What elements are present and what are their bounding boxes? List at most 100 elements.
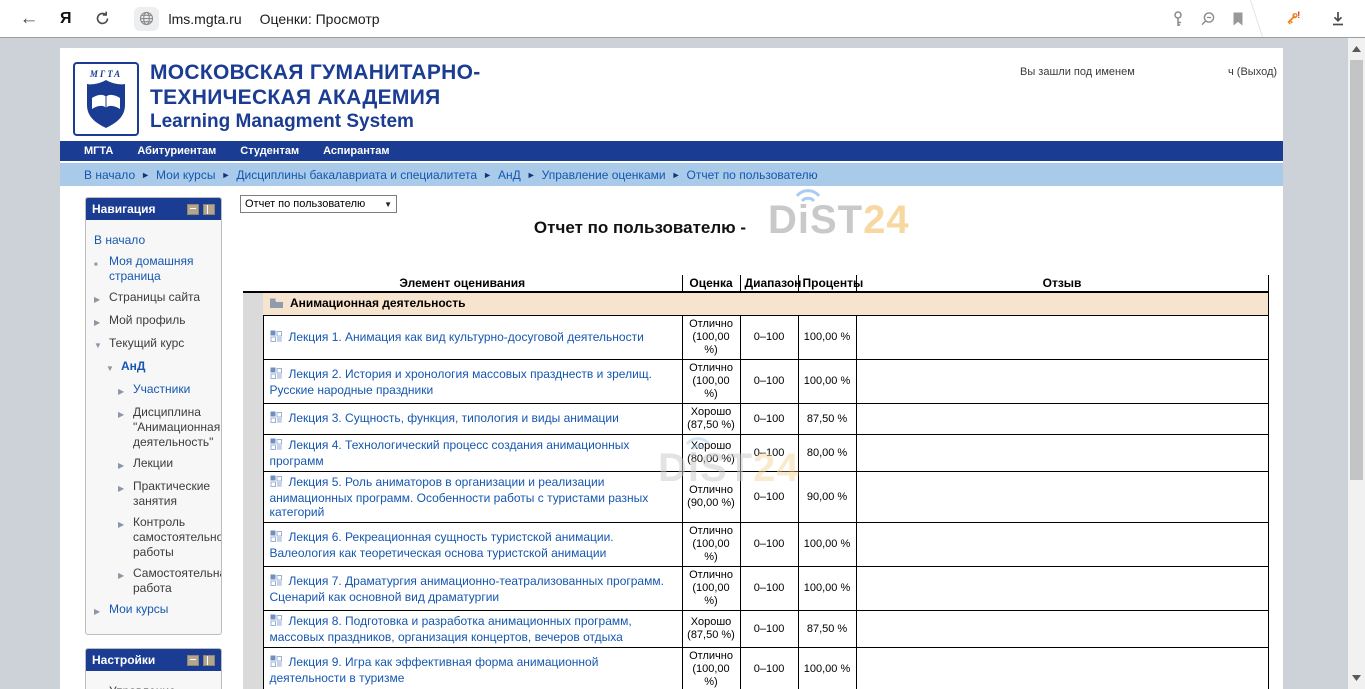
report-type-value: Отчет по пользователю bbox=[245, 198, 384, 210]
site-title-line2: ТЕХНИЧЕСКАЯ АКАДЕМИЯ bbox=[150, 85, 481, 110]
collapsed-arrow-icon[interactable] bbox=[118, 456, 130, 473]
table-header-row: Элемент оценивания Оценка Диапазон Проце… bbox=[243, 275, 1268, 292]
collapsed-arrow-icon[interactable] bbox=[94, 313, 106, 330]
expanded-arrow-icon[interactable] bbox=[94, 684, 106, 689]
quiz-icon bbox=[270, 475, 283, 491]
top-navigation: МГТА Абитуриентам Студентам Аспирантам bbox=[60, 141, 1283, 161]
grade-item-link[interactable]: Лекция 7. Драматургия анимационно-театра… bbox=[270, 574, 664, 604]
bookmark-icon[interactable] bbox=[1229, 10, 1247, 28]
grade-row: Лекция 8. Подготовка и разработка анимац… bbox=[243, 611, 1268, 648]
topnav-item-4[interactable]: Аспирантам bbox=[323, 145, 389, 157]
topnav-item-2[interactable]: Абитуриентам bbox=[137, 145, 216, 157]
report-type-select[interactable]: Отчет по пользователю ▼ bbox=[240, 195, 397, 213]
breadcrumb-link[interactable]: Отчет по пользователю bbox=[687, 168, 818, 182]
sidebar-item-label[interactable]: Мои курсы bbox=[109, 602, 168, 619]
collapsed-arrow-icon[interactable] bbox=[118, 382, 130, 399]
indent-cell bbox=[243, 648, 263, 689]
sidebar-item-label[interactable]: Участники bbox=[133, 382, 190, 399]
grade-row: Лекция 9. Игра как эффективная форма ани… bbox=[243, 648, 1268, 689]
collapsed-arrow-icon[interactable] bbox=[94, 602, 106, 619]
collapsed-arrow-icon[interactable] bbox=[118, 405, 130, 450]
grade-item-link[interactable]: Лекция 4. Технологический процесс создан… bbox=[270, 438, 630, 468]
password-manager-icon[interactable]: ! bbox=[1285, 10, 1303, 28]
quiz-icon bbox=[270, 438, 283, 454]
expanded-arrow-icon[interactable] bbox=[106, 359, 118, 376]
breadcrumb-link[interactable]: Мои курсы bbox=[156, 168, 215, 182]
sidebar-item[interactable]: Моя домашняя страница bbox=[92, 254, 217, 284]
grade-item-link[interactable]: Лекция 2. История и хронология массовых … bbox=[270, 367, 653, 397]
sidebar-item: Лекции bbox=[92, 456, 217, 473]
sidebar: Навигация В началоМоя домашняя страницаС… bbox=[85, 197, 222, 689]
grade-item-link[interactable]: Лекция 5. Роль аниматоров в организации … bbox=[270, 475, 649, 519]
yandex-logo[interactable]: Я bbox=[60, 10, 72, 28]
back-button[interactable]: ← bbox=[20, 10, 38, 28]
site-icon-chip[interactable] bbox=[134, 7, 159, 31]
grades-table: Элемент оценивания Оценка Диапазон Проце… bbox=[243, 275, 1269, 689]
indent-cell bbox=[243, 316, 263, 360]
svg-text:МГТА: МГТА bbox=[89, 69, 122, 79]
sidebar-item-label: Текущий курс bbox=[109, 336, 184, 353]
breadcrumb: В начало►Мои курсы►Дисциплины бакалавриа… bbox=[60, 163, 1283, 186]
feedback-cell bbox=[856, 472, 1268, 523]
sidebar-item-label[interactable]: АнД bbox=[121, 359, 145, 376]
dock-block-icon[interactable] bbox=[203, 204, 215, 215]
search-icon[interactable] bbox=[1199, 10, 1217, 28]
globe-icon bbox=[139, 11, 154, 26]
range-cell: 0–100 bbox=[740, 567, 798, 611]
sidebar-item-label[interactable]: Моя домашняя страница bbox=[109, 254, 217, 284]
vertical-scrollbar[interactable] bbox=[1348, 37, 1365, 689]
sidebar-item[interactable]: Участники bbox=[92, 382, 217, 399]
scrollbar-thumb[interactable] bbox=[1350, 60, 1363, 480]
category-label: Анимационная деятельность bbox=[290, 296, 465, 310]
grade-item-link[interactable]: Лекция 8. Подготовка и разработка анимац… bbox=[270, 614, 632, 644]
expanded-arrow-icon[interactable] bbox=[94, 336, 106, 353]
navigation-block: Навигация В началоМоя домашняя страницаС… bbox=[85, 197, 222, 635]
download-icon[interactable] bbox=[1329, 10, 1347, 28]
key-icon[interactable] bbox=[1169, 10, 1187, 28]
sidebar-item-label[interactable]: В начало bbox=[94, 233, 145, 248]
quiz-icon bbox=[270, 411, 283, 427]
sidebar-item-label: Контроль самостоятельной работы bbox=[133, 515, 222, 560]
collapsed-arrow-icon[interactable] bbox=[118, 479, 130, 509]
breadcrumb-link[interactable]: В начало bbox=[84, 168, 135, 182]
breadcrumb-link[interactable]: Управление оценками bbox=[542, 168, 666, 182]
scroll-up-icon[interactable] bbox=[1348, 41, 1365, 56]
col-header-grade: Оценка bbox=[682, 275, 740, 292]
grade-row: Лекция 4. Технологический процесс создан… bbox=[243, 435, 1268, 472]
collapse-block-icon[interactable] bbox=[187, 655, 199, 666]
sidebar-item[interactable]: Мои курсы bbox=[92, 602, 217, 619]
grade-item-link[interactable]: Лекция 3. Сущность, функция, типология и… bbox=[289, 411, 619, 425]
sidebar-item-label: Мой профиль bbox=[109, 313, 186, 330]
breadcrumb-link[interactable]: Дисциплины бакалавриата и специалитета bbox=[236, 168, 477, 182]
navigation-block-title: Навигация bbox=[92, 202, 183, 216]
grade-item-link[interactable]: Лекция 6. Рекреационная сущность туристс… bbox=[270, 530, 614, 560]
percent-cell: 100,00 % bbox=[798, 567, 856, 611]
topnav-item-1[interactable]: МГТА bbox=[84, 145, 113, 157]
reload-button[interactable] bbox=[94, 10, 112, 28]
collapse-block-icon[interactable] bbox=[187, 204, 199, 215]
sidebar-item-label: Управление оценками bbox=[109, 684, 217, 689]
indent-cell bbox=[243, 567, 263, 611]
indent-cell bbox=[243, 611, 263, 648]
grade-item-link[interactable]: Лекция 9. Игра как эффективная форма ани… bbox=[270, 655, 599, 685]
scroll-down-icon[interactable] bbox=[1348, 670, 1365, 685]
item-cell: Лекция 2. История и хронология массовых … bbox=[263, 360, 682, 404]
sidebar-item[interactable]: В начало bbox=[92, 233, 217, 248]
indent-cell bbox=[243, 435, 263, 472]
grade-item-link[interactable]: Лекция 1. Анимация как вид культурно-дос… bbox=[289, 330, 644, 344]
feedback-cell bbox=[856, 435, 1268, 472]
sidebar-item[interactable]: АнД bbox=[92, 359, 217, 376]
url-text[interactable]: lms.mgta.ru bbox=[169, 11, 242, 27]
item-cell: Лекция 9. Игра как эффективная форма ани… bbox=[263, 648, 682, 689]
breadcrumb-link[interactable]: АнД bbox=[498, 168, 521, 182]
topnav-item-3[interactable]: Студентам bbox=[240, 145, 299, 157]
collapsed-arrow-icon[interactable] bbox=[118, 515, 130, 560]
feedback-cell bbox=[856, 648, 1268, 689]
folder-icon bbox=[269, 297, 284, 312]
logout-link[interactable]: ч (Выход) bbox=[1228, 66, 1277, 78]
settings-block-title: Настройки bbox=[92, 653, 183, 667]
collapsed-arrow-icon[interactable] bbox=[118, 566, 130, 596]
dock-block-icon[interactable] bbox=[203, 655, 215, 666]
collapsed-arrow-icon[interactable] bbox=[94, 290, 106, 307]
grade-row: Лекция 1. Анимация как вид культурно-дос… bbox=[243, 316, 1268, 360]
